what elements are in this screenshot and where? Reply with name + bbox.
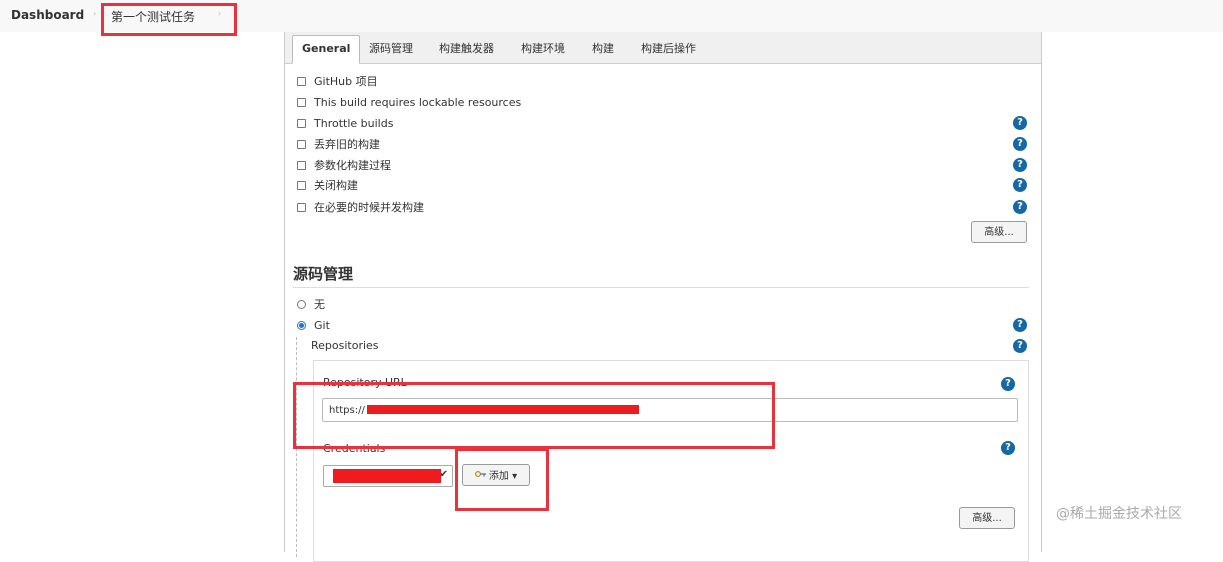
option-label: Throttle builds <box>314 116 394 130</box>
checkbox[interactable] <box>297 160 306 170</box>
repositories-label: Repositories <box>311 339 379 352</box>
scm-option-git[interactable]: Git <box>297 316 330 334</box>
checkbox[interactable] <box>297 76 306 86</box>
help-icon[interactable]: ? <box>1013 178 1027 192</box>
radio-button[interactable] <box>297 299 306 309</box>
annotation-box <box>455 448 549 511</box>
help-icon[interactable]: ? <box>1013 339 1027 353</box>
help-icon[interactable]: ? <box>1001 441 1015 455</box>
option-github-project[interactable]: GitHub 项目 <box>297 72 378 90</box>
scm-section-title: 源码管理 <box>293 265 354 283</box>
option-label: 关闭构建 <box>314 179 358 192</box>
scm-git-label: Git <box>314 318 330 332</box>
option-concurrent-builds[interactable]: 在必要的时候并发构建 <box>297 198 424 216</box>
option-label: GitHub 项目 <box>314 75 378 88</box>
help-icon[interactable]: ? <box>1013 200 1027 214</box>
option-parameterized[interactable]: 参数化构建过程 <box>297 156 391 174</box>
scm-option-none[interactable]: 无 <box>297 295 325 313</box>
tab-build[interactable]: 构建 <box>592 40 614 56</box>
help-icon[interactable]: ? <box>1013 158 1027 172</box>
help-icon[interactable]: ? <box>1001 377 1015 391</box>
section-divider <box>293 287 1029 288</box>
breadcrumb-separator-icon[interactable]: › <box>93 9 96 18</box>
checkbox[interactable] <box>297 97 306 107</box>
repo-advanced-button[interactable]: 高级... <box>959 507 1015 529</box>
scm-none-label: 无 <box>314 298 325 311</box>
general-advanced-button[interactable]: 高级... <box>971 221 1027 243</box>
redaction <box>333 469 441 483</box>
tab-build-env[interactable]: 构建环境 <box>521 40 565 56</box>
watermark: @稀土掘金技术社区 <box>1056 506 1182 522</box>
option-label: 在必要的时候并发构建 <box>314 201 424 214</box>
option-label: This build requires lockable resources <box>314 95 522 109</box>
help-icon[interactable]: ? <box>1013 137 1027 151</box>
config-panel: General 源码管理 构建触发器 构建环境 构建 构建后操作 GitHub … <box>284 32 1042 562</box>
tab-triggers[interactable]: 构建触发器 <box>439 40 494 56</box>
checkbox[interactable] <box>297 202 306 212</box>
option-label: 参数化构建过程 <box>314 159 391 172</box>
option-lockable-resources[interactable]: This build requires lockable resources <box>297 93 521 111</box>
option-throttle-builds[interactable]: Throttle builds <box>297 114 393 132</box>
help-icon[interactable]: ? <box>1013 318 1027 332</box>
checkbox[interactable] <box>297 118 306 128</box>
tab-scm[interactable]: 源码管理 <box>369 40 413 56</box>
option-disable-build[interactable]: 关闭构建 <box>297 176 358 194</box>
option-label: 丢弃旧的构建 <box>314 138 380 151</box>
config-tabbar: General 源码管理 构建触发器 构建环境 构建 构建后操作 <box>285 32 1041 64</box>
tab-post-build[interactable]: 构建后操作 <box>641 40 696 56</box>
checkbox[interactable] <box>297 180 306 190</box>
help-icon[interactable]: ? <box>1013 116 1027 130</box>
annotation-box <box>293 382 775 449</box>
breadcrumb-dashboard[interactable]: Dashboard <box>11 8 84 22</box>
annotation-box <box>101 3 237 36</box>
option-discard-old-builds[interactable]: 丢弃旧的构建 <box>297 135 380 153</box>
tab-general[interactable]: General <box>292 35 361 64</box>
checkbox[interactable] <box>297 139 306 149</box>
radio-button[interactable] <box>297 320 306 330</box>
